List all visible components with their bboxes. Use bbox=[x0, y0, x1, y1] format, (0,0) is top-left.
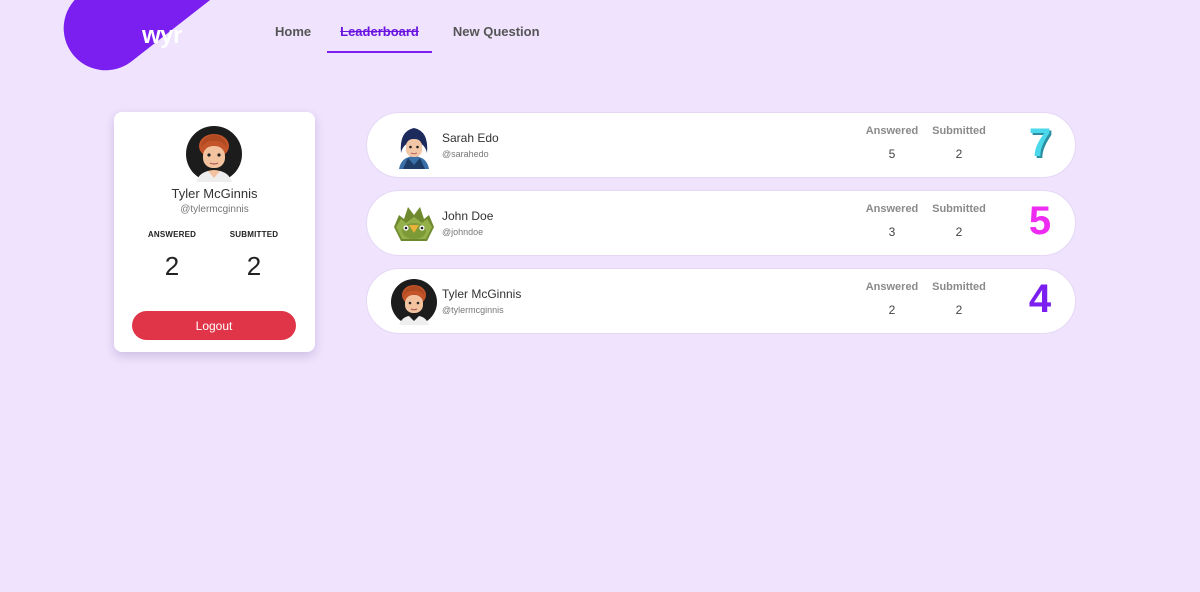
answered-value: 5 bbox=[888, 147, 896, 161]
answered-value: 3 bbox=[888, 225, 896, 239]
submitted-value: 2 bbox=[955, 303, 963, 317]
profile-submitted-stat: SUBMITTED 2 bbox=[214, 230, 294, 282]
row-handle: @johndoe bbox=[442, 227, 484, 237]
submitted-label: Submitted bbox=[932, 281, 986, 293]
submitted-value: 2 bbox=[955, 225, 963, 239]
leaderboard-list: Sarah Edo @sarahedo Answered 5 Submitted… bbox=[366, 112, 1076, 346]
logout-button[interactable]: Logout bbox=[132, 311, 296, 340]
nav-leaderboard[interactable]: Leaderboard bbox=[327, 0, 432, 54]
profile-name: Tyler McGinnis bbox=[171, 186, 258, 201]
tyler-avatar bbox=[186, 126, 242, 182]
answered-value: 2 bbox=[888, 303, 896, 317]
profile-submitted-label: SUBMITTED bbox=[229, 230, 279, 239]
profile-answered-stat: ANSWERED 2 bbox=[132, 230, 212, 282]
row-answered: Answered 5 bbox=[857, 125, 927, 161]
row-handle: @tylermcginnis bbox=[442, 305, 504, 315]
row-score: 4 bbox=[1028, 277, 1052, 321]
profile-card: Tyler McGinnis @tylermcginnis ANSWERED 2… bbox=[114, 112, 315, 352]
row-answered: Answered 2 bbox=[857, 281, 927, 317]
main-nav: Home Leaderboard New Question bbox=[262, 0, 556, 54]
leaderboard-row: Tyler McGinnis @tylermcginnis Answered 2… bbox=[366, 268, 1076, 334]
submitted-label: Submitted bbox=[932, 203, 986, 215]
profile-submitted-value: 2 bbox=[246, 251, 262, 281]
row-name: Sarah Edo bbox=[442, 131, 499, 145]
sarah-avatar bbox=[399, 128, 429, 169]
nav-home[interactable]: Home bbox=[262, 0, 324, 54]
profile-answered-label: ANSWERED bbox=[147, 230, 197, 239]
submitted-label: Submitted bbox=[932, 125, 986, 137]
row-submitted: Submitted 2 bbox=[924, 203, 994, 239]
row-submitted: Submitted 2 bbox=[924, 125, 994, 161]
logo-text: wyr bbox=[142, 22, 182, 49]
submitted-value: 2 bbox=[955, 147, 963, 161]
row-name: John Doe bbox=[442, 209, 494, 223]
row-score: 7 bbox=[1028, 121, 1052, 165]
john-avatar bbox=[394, 207, 434, 241]
row-answered: Answered 3 bbox=[857, 203, 927, 239]
leaderboard-row: John Doe @johndoe Answered 3 Submitted 2… bbox=[366, 190, 1076, 256]
row-score: 5 bbox=[1028, 199, 1052, 243]
leaderboard-row: Sarah Edo @sarahedo Answered 5 Submitted… bbox=[366, 112, 1076, 178]
profile-answered-value: 2 bbox=[164, 251, 180, 281]
nav-new-question[interactable]: New Question bbox=[440, 0, 553, 54]
row-submitted: Submitted 2 bbox=[924, 281, 994, 317]
profile-handle: @tylermcginnis bbox=[180, 204, 249, 215]
row-handle: @sarahedo bbox=[442, 149, 489, 159]
row-name: Tyler McGinnis bbox=[442, 287, 522, 301]
answered-label: Answered bbox=[865, 203, 919, 215]
answered-label: Answered bbox=[865, 281, 919, 293]
tyler-avatar bbox=[391, 279, 437, 325]
answered-label: Answered bbox=[865, 125, 919, 137]
